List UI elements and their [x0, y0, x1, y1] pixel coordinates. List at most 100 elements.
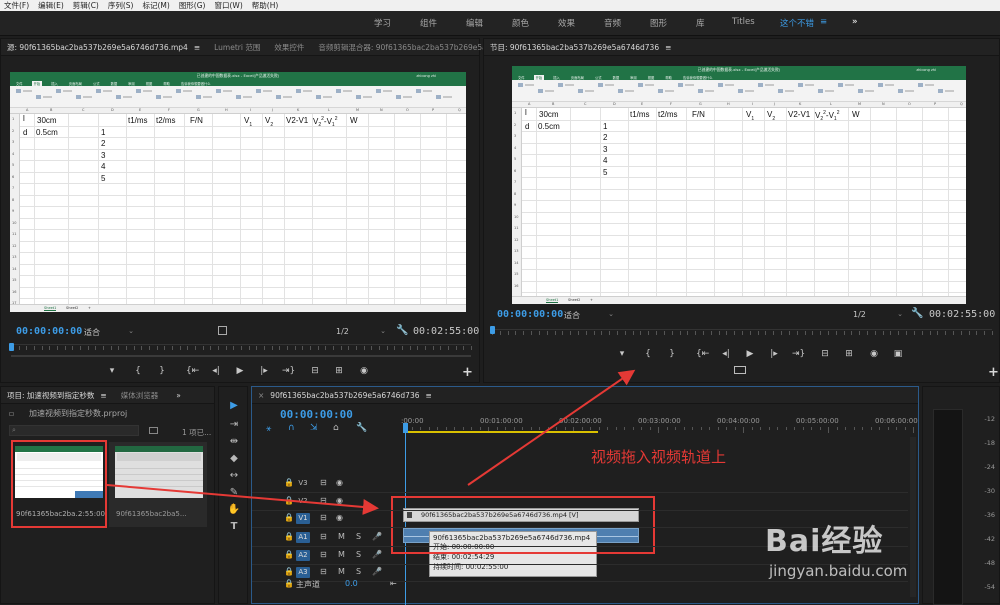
export-frame-icon[interactable]: ◉ — [358, 366, 370, 376]
tab-program[interactable]: 节目: 90f61365bac2ba537b269e5a6746d736 — [490, 42, 659, 53]
eye-icon[interactable]: ◉ — [336, 478, 343, 487]
project-tab-menu-icon[interactable]: ≡ — [100, 391, 106, 400]
add-marker-icon[interactable]: ▾ — [616, 349, 628, 359]
workspace-overflow-icon[interactable]: » — [852, 17, 858, 27]
wrench-icon[interactable]: 🔧 — [911, 308, 923, 319]
timeline-close-icon[interactable]: × — [258, 391, 264, 400]
program-export-frame-icon[interactable] — [734, 366, 746, 374]
menu-edit[interactable]: 编辑(E) — [38, 0, 64, 11]
selection-tool-icon[interactable]: ▶ — [227, 399, 241, 412]
play-icon[interactable]: ▶ — [744, 349, 756, 359]
menu-marker[interactable]: 标记(M) — [142, 0, 169, 11]
sync-lock-icon[interactable]: ⊟ — [320, 513, 327, 522]
tab-effect-controls[interactable]: 效果控件 — [274, 42, 304, 53]
solo-button[interactable]: S — [356, 532, 361, 541]
step-forward-icon[interactable]: |▸ — [768, 349, 780, 359]
master-volume-value[interactable]: 0.0 — [345, 579, 358, 588]
project-item-2-thumbnail[interactable] — [115, 446, 203, 498]
overwrite-icon[interactable]: ⊞ — [333, 366, 345, 376]
source-time-ruler[interactable] — [11, 344, 472, 354]
tab-lumetri-scopes[interactable]: Lumetri 范围 — [214, 42, 260, 53]
work-area-bar[interactable] — [403, 431, 598, 433]
go-to-out-icon[interactable]: ⇥} — [792, 349, 805, 359]
sync-lock-icon[interactable]: ⊟ — [320, 496, 327, 505]
source-resolution-dropdown[interactable]: 1/2 ⌄ — [336, 327, 386, 336]
program-timecode-in[interactable]: 00:00:00:00 — [497, 309, 563, 320]
linked-selection-icon[interactable]: ⇲ — [310, 423, 318, 433]
lock-icon[interactable]: 🔒 — [284, 567, 294, 576]
mark-out-icon[interactable]: } — [156, 366, 168, 376]
step-back-icon[interactable]: ◂| — [720, 349, 732, 359]
tab-media-browser[interactable]: 媒体浏览器 — [121, 390, 159, 401]
timeline-playhead[interactable] — [403, 423, 408, 433]
workspace-color[interactable]: 颜色 — [512, 17, 529, 29]
eye-icon[interactable]: ◉ — [336, 496, 343, 505]
mute-button[interactable]: M — [338, 550, 345, 559]
menu-window[interactable]: 窗口(W) — [214, 0, 242, 11]
go-to-in-icon[interactable]: {⇤ — [186, 366, 199, 376]
workspace-learn[interactable]: 学习 — [374, 17, 391, 29]
microphone-icon[interactable]: 🎤 — [372, 532, 382, 541]
lock-icon[interactable]: 🔒 — [284, 579, 294, 588]
track-target-a1[interactable]: A1 — [296, 532, 310, 543]
workspace-audio[interactable]: 音频 — [604, 17, 621, 29]
solo-button[interactable]: S — [356, 567, 361, 576]
snap-icon[interactable]: ⚹ — [266, 424, 271, 434]
track-target-v2[interactable]: V2 — [296, 496, 310, 507]
timeline-tab-menu-icon[interactable]: ≡ — [425, 391, 431, 400]
lock-icon[interactable]: 🔒 — [284, 550, 294, 559]
mute-button[interactable]: M — [338, 567, 345, 576]
mute-button[interactable]: M — [338, 532, 345, 541]
magnet-icon[interactable]: ∩ — [288, 423, 295, 433]
mark-in-icon[interactable]: { — [132, 366, 144, 376]
track-target-v1[interactable]: V1 — [296, 513, 310, 524]
sync-lock-icon[interactable]: ⊟ — [320, 478, 327, 487]
source-timecode-in[interactable]: 00:00:00:00 — [16, 326, 82, 337]
program-fit-dropdown[interactable]: 适合 ⌄ — [564, 310, 614, 321]
workspace-graphics[interactable]: 图形 — [650, 17, 667, 29]
workspace-menu-icon[interactable]: ≡ — [820, 17, 827, 27]
add-marker-icon[interactable]: ▾ — [106, 366, 118, 376]
type-tool-icon[interactable]: T — [227, 520, 241, 533]
comparison-view-icon[interactable]: ▣ — [892, 349, 904, 359]
mark-in-icon[interactable]: { — [642, 349, 654, 359]
sync-lock-icon[interactable]: ⊟ — [320, 567, 327, 576]
workspace-editing[interactable]: 编辑 — [466, 17, 483, 29]
workspace-libraries[interactable]: 库 — [696, 17, 705, 29]
eye-icon[interactable]: ◉ — [336, 513, 343, 522]
new-bin-icon[interactable] — [149, 427, 158, 434]
add-marker-icon[interactable]: ⌂ — [333, 423, 339, 433]
lock-icon[interactable]: 🔒 — [284, 513, 294, 522]
slip-tool-icon[interactable]: ↔ — [227, 469, 241, 482]
source-playhead[interactable] — [9, 343, 14, 351]
sync-lock-icon[interactable]: ⊟ — [320, 532, 327, 541]
project-item-name[interactable]: 90f61365bac2ba... — [16, 510, 82, 518]
lock-icon[interactable]: 🔒 — [284, 478, 294, 487]
track-select-tool-icon[interactable]: ⇥ — [227, 418, 241, 431]
program-tab-menu-icon[interactable]: ≡ — [665, 43, 671, 52]
sync-lock-icon[interactable]: ⊟ — [320, 550, 327, 559]
workspace-assembly[interactable]: 组件 — [420, 17, 437, 29]
menu-sequence[interactable]: 序列(S) — [108, 0, 134, 11]
program-playhead[interactable] — [490, 326, 495, 334]
program-resolution-dropdown[interactable]: 1/2 ⌄ — [853, 310, 903, 319]
lock-icon[interactable]: 🔒 — [284, 496, 294, 505]
razor-tool-icon[interactable]: ◆ — [227, 452, 241, 465]
project-item-thumbnail[interactable] — [15, 446, 103, 498]
menu-graphics[interactable]: 图形(G) — [179, 0, 206, 11]
overwrite-icon[interactable]: ⊞ — [843, 349, 855, 359]
go-to-out-icon[interactable]: ⇥} — [282, 366, 295, 376]
program-add-button[interactable]: + — [988, 365, 999, 380]
tab-source[interactable]: 源: 90f61365bac2ba537b269e5a6746d736.mp4 — [7, 42, 188, 53]
go-to-in-icon[interactable]: {⇤ — [696, 349, 709, 359]
workspace-titles[interactable]: Titles — [732, 17, 755, 27]
wrench-icon[interactable]: 🔧 — [396, 325, 408, 336]
microphone-icon[interactable]: 🎤 — [372, 567, 382, 576]
source-fit-dropdown[interactable]: 适合 ⌄ — [84, 327, 134, 338]
menu-clip[interactable]: 剪辑(C) — [73, 0, 99, 11]
source-settings-icon[interactable] — [218, 326, 227, 335]
tab-audio-clip-mixer[interactable]: 音频剪辑混合器: 90f61365bac2ba537b269e5a6 — [318, 42, 491, 53]
overflow-icon[interactable]: » — [176, 391, 181, 400]
source-add-button[interactable]: + — [462, 365, 473, 380]
microphone-icon[interactable]: 🎤 — [372, 550, 382, 559]
